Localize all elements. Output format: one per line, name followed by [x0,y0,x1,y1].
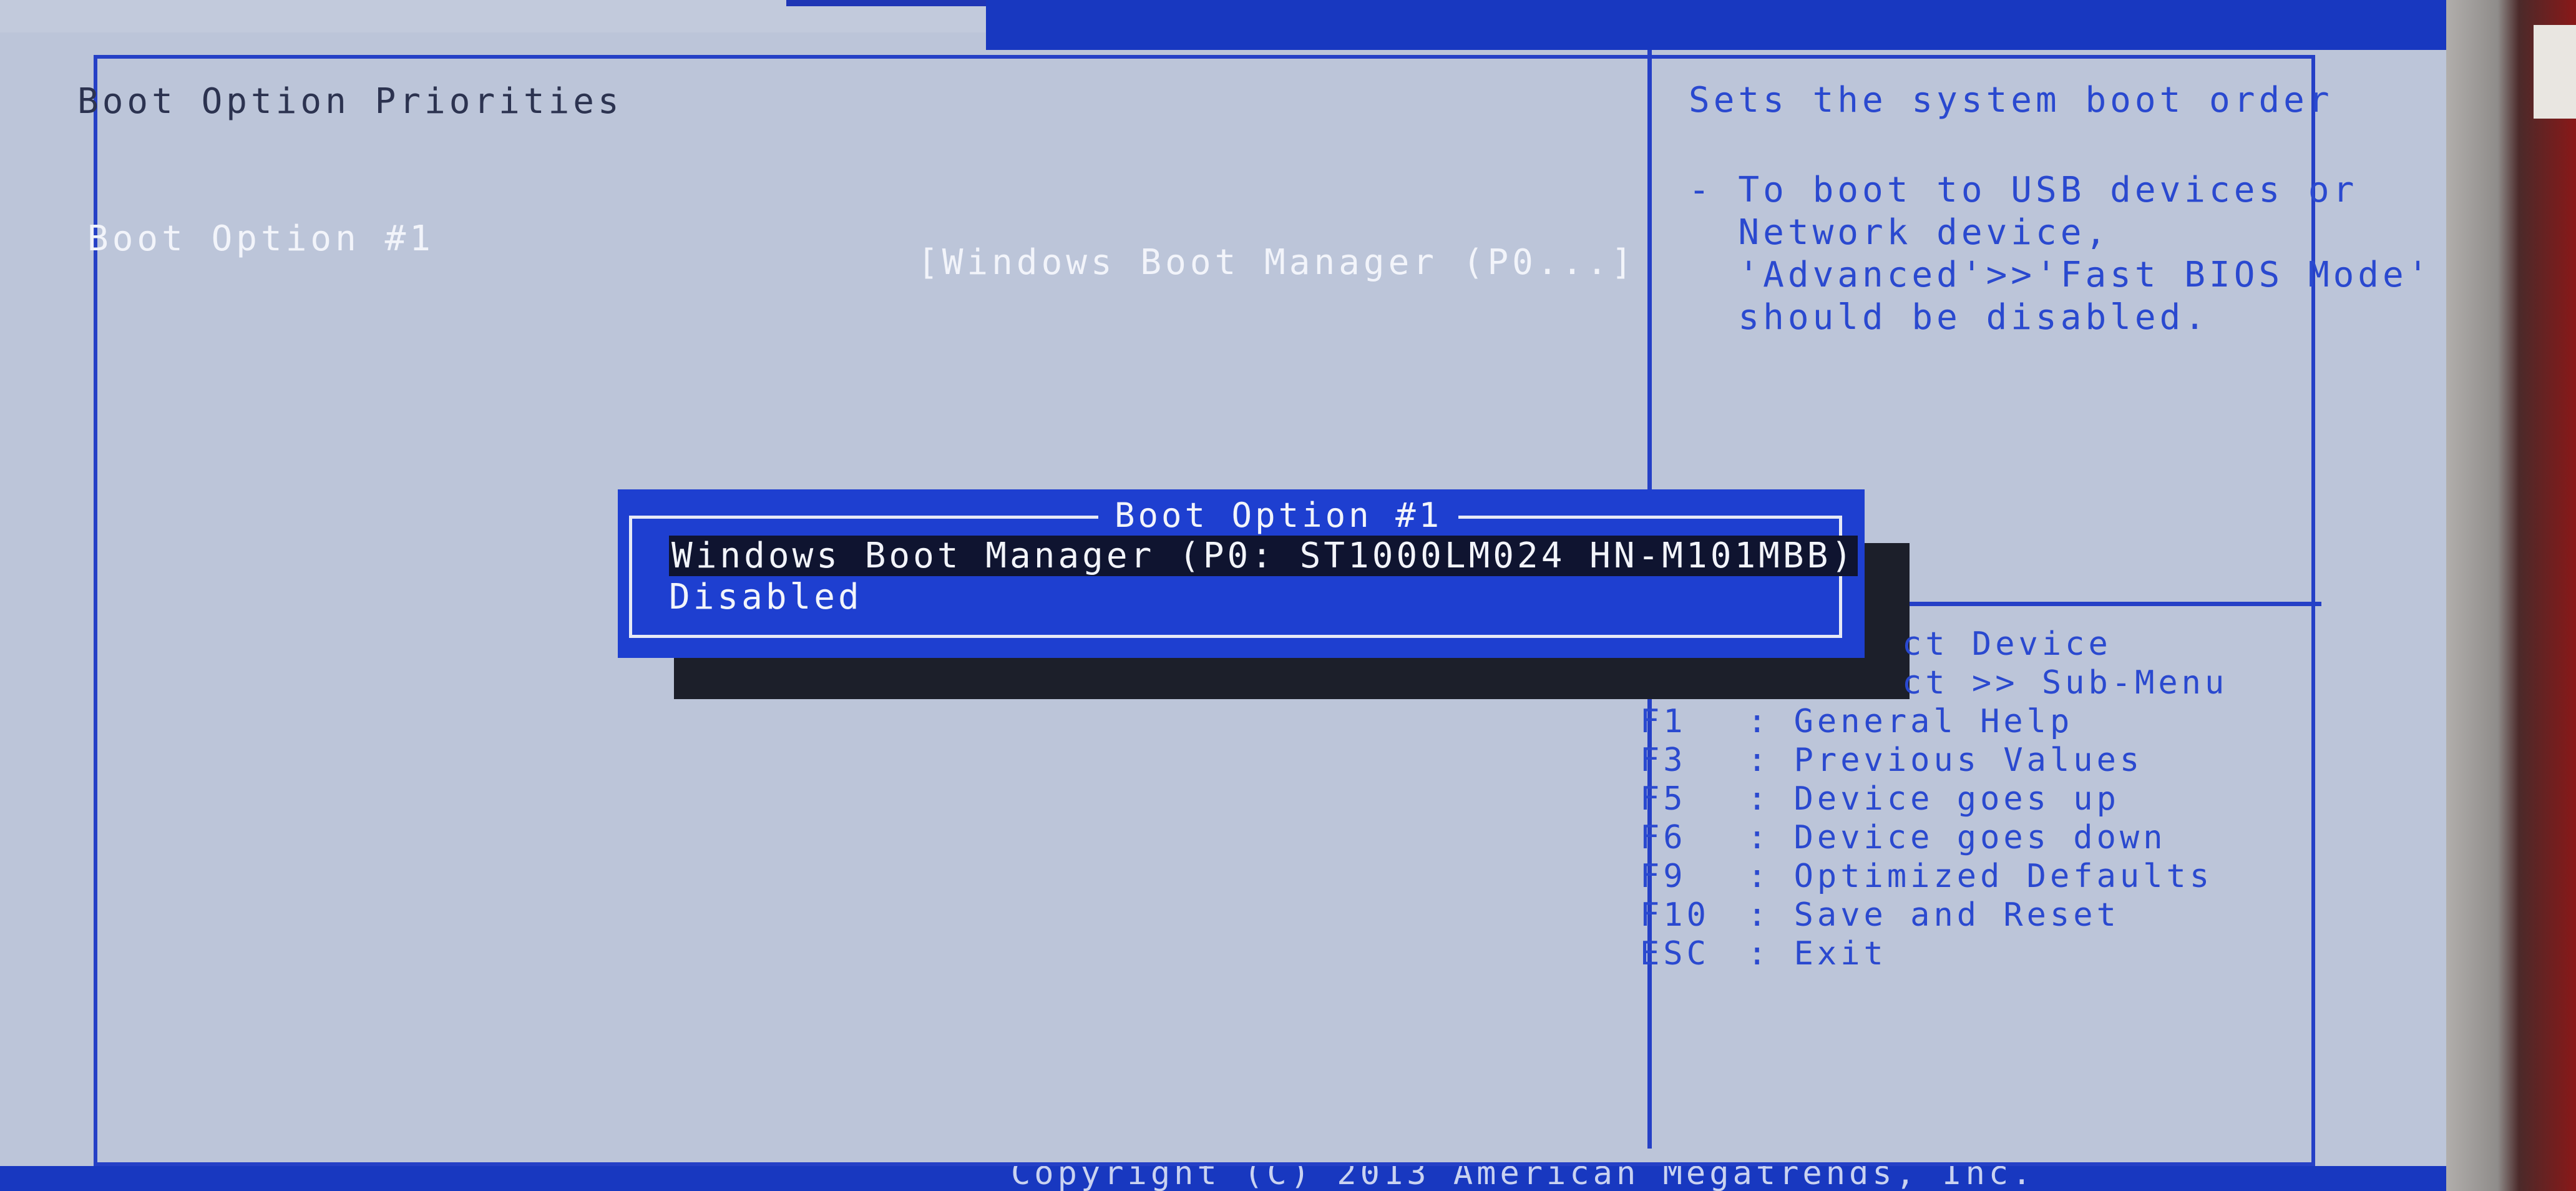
top-tab-left [786,0,986,6]
key-desc: : General Help [1747,703,2074,740]
key-label: F3 [1640,742,1687,779]
key-row-f5: F5 : Device goes up [1640,780,2120,818]
key-label: F5 [1640,780,1687,818]
key-row-f1: F1 : General Help [1640,703,2073,740]
bezel-sticker [2534,25,2576,119]
popup-title: Boot Option #1 [1098,496,1459,535]
key-desc: : Device goes down [1747,819,2167,856]
key-hint-partial: ct >> Sub-Menu [1902,664,2228,702]
page-title: Boot Option Priorities [77,81,623,122]
key-label: ESC [1640,935,1710,973]
top-tab-right [986,0,2446,50]
key-row-esc: ESC : Exit [1640,935,1887,973]
key-label: F10 [1640,896,1710,934]
help-line: - To boot to USB devices or [1689,170,2358,210]
key-row-f3: F3 : Previous Values [1640,742,2143,779]
footer-bar: Copyright (C) 2013 American Megatrends, … [0,1166,2446,1191]
popup-option-disabled[interactable]: Disabled [669,577,862,617]
key-desc: : Device goes up [1747,780,2120,818]
popup-option-windows-boot-manager[interactable]: Windows Boot Manager (P0: ST1000LM024 HN… [669,536,1858,576]
key-hint-partial: ct Device [1902,625,2112,663]
key-row-f9: F9 : Optimized Defaults [1640,858,2213,895]
boot-option-value[interactable]: [Windows Boot Manager (P0...] [917,242,1636,283]
help-line: should be disabled. [1689,297,2210,338]
monitor-bezel [2434,0,2576,1191]
key-desc: : Previous Values [1747,742,2144,779]
key-row-f10: F10 : Save and Reset [1640,896,2120,934]
key-label: F9 [1640,858,1687,895]
key-label: F1 [1640,703,1687,740]
help-line: Network device, [1689,212,2110,253]
help-line: 'Advanced'>>'Fast BIOS Mode' [1689,255,2432,295]
bios-screen: Boot Option Priorities Boot Option #1 [W… [0,0,2446,1191]
copyright-text: Copyright (C) 2013 American Megatrends, … [1011,1166,2036,1191]
key-label: F6 [1640,819,1687,856]
key-row-f6: F6 : Device goes down [1640,819,2167,856]
key-desc: : Save and Reset [1747,896,2120,934]
key-desc: : Optimized Defaults [1747,858,2213,895]
boot-option-label[interactable]: Boot Option #1 [87,218,434,259]
boot-option-popup: Boot Option #1 Windows Boot Manager (P0:… [618,489,1865,658]
help-line: Sets the system boot order [1689,80,2333,120]
key-desc: : Exit [1747,935,1887,973]
